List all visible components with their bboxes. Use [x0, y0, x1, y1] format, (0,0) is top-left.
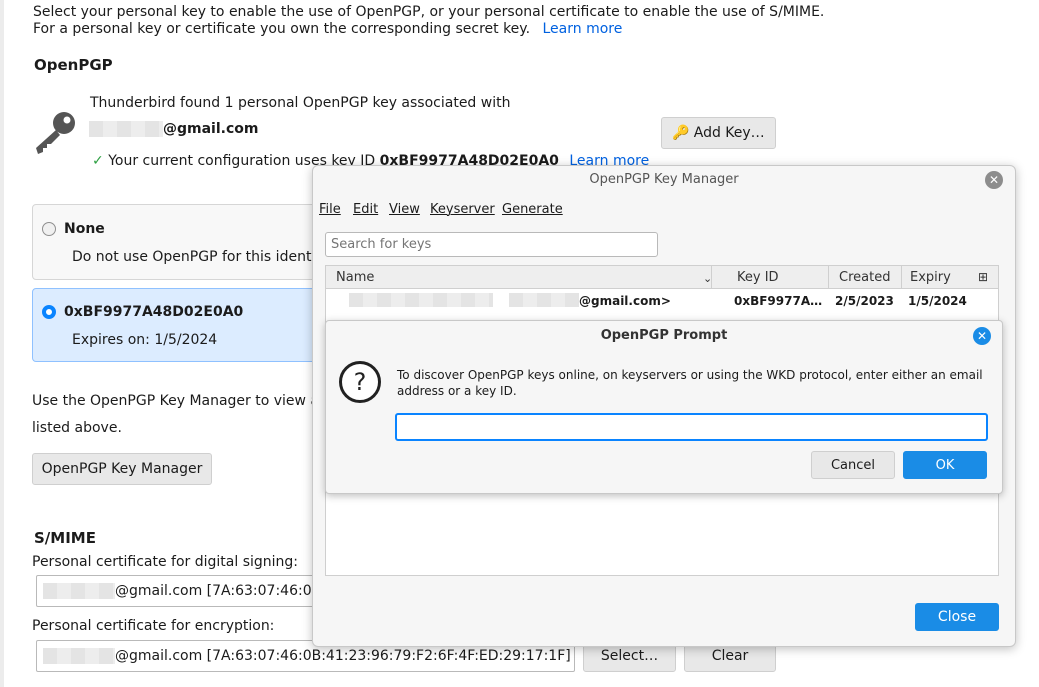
intro-line-1: Select your personal key to enable the u…: [33, 4, 825, 20]
row-expiry: 1/5/2024: [908, 294, 967, 308]
option-none-desc: Do not use OpenPGP for this identity: [72, 249, 330, 265]
signing-label: Personal certificate for digital signing…: [32, 554, 299, 570]
row-name-suffix: @gmail.com>: [579, 294, 671, 308]
option-none-label: None: [64, 221, 105, 237]
key-manager-close-button[interactable]: Close: [915, 603, 999, 631]
manager-desc-line1: Use the OpenPGP Key Manager to view and: [32, 393, 337, 409]
table-row[interactable]: @gmail.com> 0xBF9977A… 2/5/2023 1/5/2024: [325, 290, 999, 312]
key-icon: [34, 110, 78, 160]
option-key-label: 0xBF9977A48D02E0A0: [64, 304, 244, 320]
col-created-label: Created: [839, 270, 891, 285]
signing-cert-value: @gmail.com [7A:63:07:46:0B:4: [115, 583, 326, 599]
col-keyid-label: Key ID: [737, 270, 779, 285]
redacted-name: [349, 293, 493, 307]
prompt-title: OpenPGP Prompt: [600, 328, 728, 343]
prompt-cancel-button[interactable]: Cancel: [811, 451, 895, 479]
smime-heading: S/MIME: [34, 529, 96, 547]
redacted-email: [89, 121, 163, 137]
row-key-id: 0xBF9977A…: [734, 294, 823, 308]
left-sidebar-edge: [0, 0, 4, 687]
menu-file[interactable]: File: [319, 202, 341, 217]
menu-view[interactable]: View: [389, 202, 420, 217]
prompt-input[interactable]: [395, 413, 988, 441]
email-suffix: @gmail.com: [163, 121, 259, 137]
col-name-header[interactable]: [325, 265, 712, 289]
openpgp-prompt-dialog: OpenPGP Prompt ✕ ? To discover OpenPGP k…: [325, 320, 1003, 494]
add-key-button[interactable]: 🔑 Add Key…: [661, 117, 776, 149]
key-search-input[interactable]: [325, 232, 658, 257]
identity-email: @gmail.com: [89, 121, 258, 137]
redacted-email: [43, 583, 115, 599]
question-icon: ?: [339, 361, 381, 403]
menu-generate[interactable]: Generate: [502, 202, 563, 217]
menu-edit[interactable]: Edit: [353, 202, 378, 217]
redacted-email: [43, 648, 115, 664]
option-key[interactable]: [32, 288, 332, 362]
checkmark-icon: ✓: [92, 153, 104, 169]
prompt-ok-button[interactable]: OK: [903, 451, 987, 479]
chevron-down-icon[interactable]: ⌄: [703, 272, 712, 285]
redacted-email: [509, 293, 579, 307]
row-created: 2/5/2023: [835, 294, 894, 308]
menu-keyserver[interactable]: Keyserver: [430, 202, 495, 217]
prompt-message-line1: To discover OpenPGP keys online, on keys…: [397, 368, 983, 382]
openpgp-heading: OpenPGP: [34, 56, 113, 74]
option-none[interactable]: [32, 204, 332, 280]
intro-line-2: For a personal key or certificate you ow…: [33, 21, 622, 37]
encryption-cert-value: @gmail.com [7A:63:07:46:0B:41:23:96:79:F…: [115, 648, 571, 664]
intro-line-2-text: For a personal key or certificate you ow…: [33, 21, 531, 37]
radio-none[interactable]: [42, 222, 56, 236]
prompt-message-line2: address or a key ID.: [397, 384, 517, 398]
key-manager-button[interactable]: OpenPGP Key Manager: [32, 453, 212, 485]
col-expiry-label: Expiry: [910, 270, 951, 285]
signing-cert-field[interactable]: @gmail.com [7A:63:07:46:0B:4: [36, 575, 326, 607]
manager-desc-line2: listed above.: [32, 420, 122, 436]
col-name-label: Name: [336, 270, 375, 285]
intro-learn-more-link[interactable]: Learn more: [542, 21, 622, 37]
column-picker-icon[interactable]: ⊞: [978, 270, 988, 284]
found-key-text: Thunderbird found 1 personal OpenPGP key…: [90, 95, 511, 111]
radio-key[interactable]: [42, 305, 56, 319]
add-key-icon: 🔑: [672, 125, 690, 141]
prompt-close-icon[interactable]: ✕: [973, 327, 991, 345]
encryption-label: Personal certificate for encryption:: [32, 618, 275, 634]
key-manager-close-icon[interactable]: ✕: [985, 171, 1003, 189]
option-key-expires: Expires on: 1/5/2024: [72, 332, 218, 348]
key-manager-title: OpenPGP Key Manager: [589, 172, 739, 187]
